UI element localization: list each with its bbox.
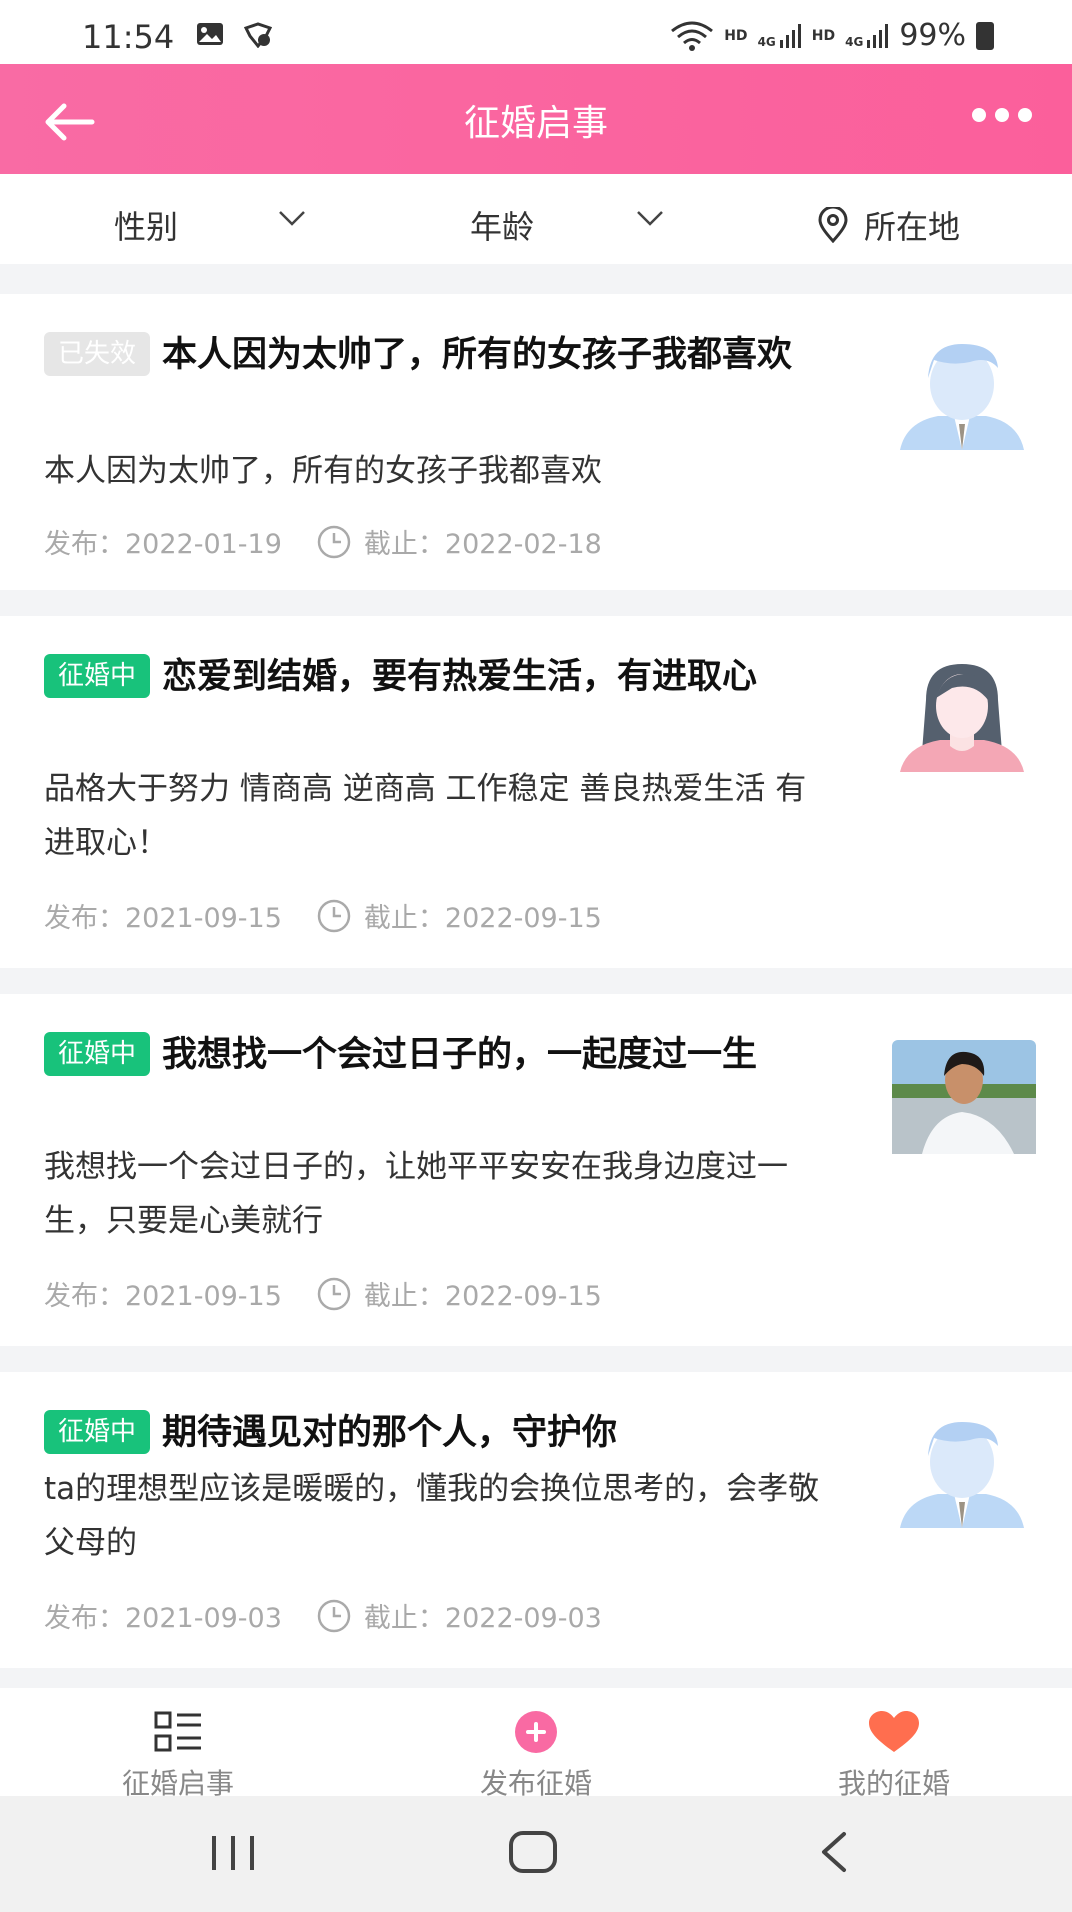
wifi-icon (671, 21, 714, 51)
tab-publish[interactable]: 发布征婚 (436, 1710, 636, 1802)
app-header: 征婚启事 (0, 64, 1072, 174)
deadline-date: 截止：2022-09-03 (363, 1603, 602, 1634)
tab-mine[interactable]: 我的征婚 (794, 1710, 994, 1802)
bottom-tab-bar: 征婚启事 发布征婚 我的征婚 (0, 1688, 1072, 1800)
battery-percent: 99% (899, 18, 966, 53)
signal-icon (779, 23, 801, 48)
clock-icon (317, 525, 351, 558)
chevron-down-icon[interactable] (278, 210, 306, 226)
status-badge: 征婚中 (44, 654, 151, 698)
signal-1: 4G (757, 23, 802, 49)
status-bar: 11:54 HD 4G HD 4G 99% (0, 0, 1072, 64)
more-dot-icon (972, 108, 986, 122)
listing-title: 已失效 本人因为太帅了，所有的女孩子我都喜欢 (44, 328, 834, 382)
listing-title-text: 期待遇见对的那个人，守护你 (162, 1413, 618, 1453)
network-type-2: 4G (845, 34, 864, 49)
status-time: 11:54 (82, 18, 175, 56)
security-icon (244, 22, 272, 48)
signal-icon (867, 23, 889, 48)
tab-listings[interactable]: 征婚启事 (78, 1710, 278, 1802)
more-dot-icon (995, 108, 1009, 122)
clock-icon (317, 899, 351, 932)
location-pin-icon (818, 207, 848, 243)
listing-dates: 发布：2022-01-19 截止：2022-02-18 (44, 522, 602, 561)
hd-label-2: HD (811, 27, 836, 44)
hd-label-1: HD (724, 27, 748, 44)
more-options-button[interactable] (972, 108, 1032, 122)
page-title: 征婚启事 (463, 103, 608, 144)
list-grid-icon (154, 1711, 201, 1752)
recent-apps-icon[interactable] (210, 1834, 256, 1872)
publish-date: 发布：2022-01-19 (44, 529, 282, 560)
listing-description: 本人因为太帅了，所有的女孩子我都喜欢 (44, 453, 602, 489)
gallery-icon (197, 23, 223, 45)
deadline-date: 截止：2022-09-15 (363, 903, 602, 934)
listing-card[interactable]: 征婚中 恋爱到结婚，要有热爱生活，有进取心 品格大于努力 情商高 逆商高 工作稳定… (0, 616, 1072, 968)
listing-description: ta的理想型应该是暖暖的，懂我的会换位思考的，会孝敬父母的 (44, 1471, 820, 1561)
signal-2: 4G (845, 23, 889, 49)
age-filter[interactable]: 年龄 (470, 202, 534, 248)
publish-date: 发布：2021-09-15 (44, 1281, 282, 1312)
male-avatar-icon (900, 344, 1024, 450)
location-filter-label: 所在地 (864, 208, 961, 246)
more-dot-icon (1018, 108, 1032, 122)
publish-date: 发布：2021-09-03 (44, 1603, 282, 1634)
listing-card[interactable]: 征婚中 我想找一个会过日子的，一起度过一生 我想找一个会过日子的，让她平平安安在我… (0, 994, 1072, 1346)
listing-title: 征婚中 我想找一个会过日子的，一起度过一生 (44, 1028, 834, 1082)
clock-icon (317, 1599, 351, 1632)
publish-date: 发布：2021-09-15 (44, 903, 282, 934)
listing-title: 征婚中 恋爱到结婚，要有热爱生活，有进取心 (44, 650, 834, 704)
listing-card[interactable]: 征婚中 期待遇见对的那个人，守护你 ta的理想型应该是暖暖的，懂我的会换位思考的，… (0, 1372, 1072, 1668)
listing-description: 我想找一个会过日子的，让她平平安安在我身边度过一生，只要是心美就行 (44, 1149, 788, 1239)
listing-card[interactable]: 已失效 本人因为太帅了，所有的女孩子我都喜欢 本人因为太帅了，所有的女孩子我都喜欢… (0, 294, 1072, 590)
listing-title-text: 我想找一个会过日子的，一起度过一生 (162, 1035, 758, 1075)
female-avatar-icon (900, 664, 1024, 772)
status-right: HD 4G HD 4G 99% (670, 18, 994, 53)
clock-icon (317, 1277, 351, 1310)
gender-filter[interactable]: 性别 (114, 202, 178, 248)
user-photo (892, 1040, 1036, 1154)
deadline-date: 截止：2022-02-18 (363, 529, 602, 560)
heart-icon (869, 1711, 919, 1752)
status-badge: 征婚中 (44, 1410, 151, 1454)
home-icon[interactable] (508, 1830, 558, 1874)
add-circle-icon (515, 1711, 557, 1753)
listing-dates: 发布：2021-09-03 截止：2022-09-03 (44, 1596, 602, 1635)
filter-bar: 性别 年龄 所在地 (0, 174, 1072, 264)
system-nav-bar (0, 1796, 1072, 1912)
location-filter[interactable]: 所在地 (816, 202, 960, 248)
listing-title-text: 本人因为太帅了，所有的女孩子我都喜欢 (162, 335, 793, 375)
chevron-down-icon[interactable] (636, 210, 664, 226)
listing-title: 征婚中 期待遇见对的那个人，守护你 (44, 1406, 834, 1460)
status-badge: 征婚中 (44, 1032, 151, 1076)
listing-title-text: 恋爱到结婚，要有热爱生活，有进取心 (162, 657, 758, 697)
battery-icon (976, 21, 994, 50)
male-avatar-icon (900, 1422, 1024, 1528)
back-nav-icon[interactable] (818, 1830, 848, 1874)
status-notification-icons (196, 22, 272, 48)
listing-dates: 发布：2021-09-15 截止：2022-09-15 (44, 1274, 602, 1313)
status-badge: 已失效 (44, 332, 151, 376)
listing-description: 品格大于努力 情商高 逆商高 工作稳定 善良热爱生活 有进取心！ (44, 771, 807, 861)
deadline-date: 截止：2022-09-15 (363, 1281, 602, 1312)
network-type-1: 4G (757, 34, 776, 49)
listing-dates: 发布：2021-09-15 截止：2022-09-15 (44, 896, 602, 935)
